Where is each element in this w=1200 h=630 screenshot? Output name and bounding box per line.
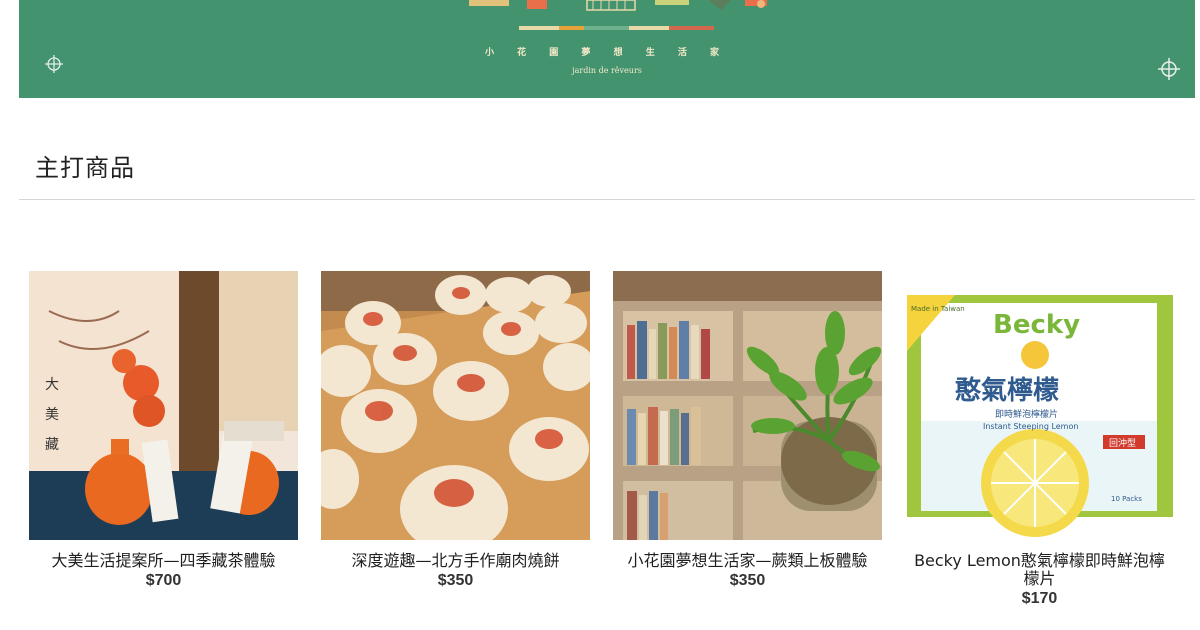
svg-text:藏: 藏 <box>45 437 59 453</box>
product-name[interactable]: Becky Lemon憨氣檸檬即時鮮泡檸檬片 <box>905 552 1174 588</box>
product-image-tea[interactable]: 大 美 藏 <box>29 271 298 540</box>
banner-illustration <box>469 0 767 11</box>
product-card[interactable]: 小花園夢想生活家—蕨類上板體驗 $350 <box>613 271 882 590</box>
svg-text:即時鮮泡檸檬片: 即時鮮泡檸檬片 <box>995 408 1058 420</box>
svg-text:Instant Steeping Lemon: Instant Steeping Lemon <box>983 422 1078 431</box>
banner-color-stripe <box>519 26 714 30</box>
section-divider <box>19 199 1195 200</box>
product-image-fern[interactable] <box>613 271 882 540</box>
product-price: $700 <box>145 572 182 589</box>
product-name[interactable]: 大美生活提案所—四季藏茶體驗 <box>29 552 298 570</box>
product-price: $350 <box>437 572 474 589</box>
svg-text:Made in Taiwan: Made in Taiwan <box>911 305 965 313</box>
product-image-lemon[interactable]: Made in Taiwan Becky 憨氣檸檬 即時鮮泡檸檬片 Instan… <box>905 271 1174 540</box>
svg-text:大: 大 <box>45 377 59 393</box>
product-card[interactable]: 深度遊趣—北方手作廟肉燒餅 $350 <box>321 271 590 590</box>
product-price: $350 <box>729 572 766 589</box>
product-name[interactable]: 深度遊趣—北方手作廟肉燒餅 <box>321 552 590 570</box>
crosshair-icon <box>45 55 63 73</box>
brand-title: 小 花 園 夢 想 生 活 家 <box>485 48 729 58</box>
crosshair-icon <box>1158 58 1180 80</box>
svg-text:美: 美 <box>45 407 59 423</box>
svg-text:回沖型: 回沖型 <box>1109 437 1136 449</box>
section-title: 主打商品 <box>35 154 135 182</box>
svg-text:憨氣檸檬: 憨氣檸檬 <box>955 375 1059 406</box>
brand-subtitle: jardin de rêveurs <box>572 66 642 75</box>
svg-text:Becky: Becky <box>993 310 1080 340</box>
svg-text:10 Packs: 10 Packs <box>1111 495 1142 503</box>
product-card[interactable]: Made in Taiwan Becky 憨氣檸檬 即時鮮泡檸檬片 Instan… <box>905 271 1174 608</box>
product-image-pastry[interactable] <box>321 271 590 540</box>
product-price: $170 <box>1021 590 1058 607</box>
hero-banner: 小 花 園 夢 想 生 活 家 jardin de rêveurs <box>19 0 1195 98</box>
product-name[interactable]: 小花園夢想生活家—蕨類上板體驗 <box>613 552 882 570</box>
product-card[interactable]: 大 美 藏 大美生活提案所—四季藏茶體驗 $700 <box>29 271 298 590</box>
